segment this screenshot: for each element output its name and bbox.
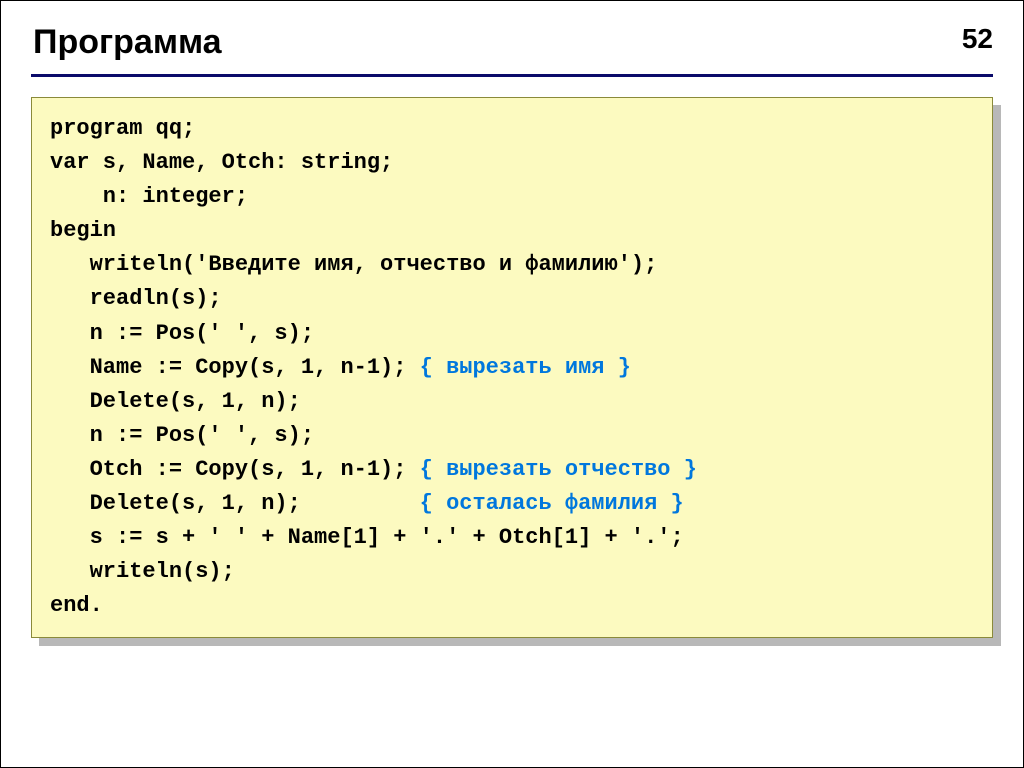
code-line: s := s + ' ' + Name[1] + '.' + Otch[1] +… (50, 521, 974, 555)
code-block: program qq; var s, Name, Otch: string; n… (31, 97, 993, 638)
code-line: Delete(s, 1, n); { осталась фамилия } (50, 487, 974, 521)
code-block-wrapper: program qq; var s, Name, Otch: string; n… (31, 97, 993, 638)
code-line: begin (50, 214, 974, 248)
slide-title: Программа (33, 23, 222, 62)
code-line: end. (50, 589, 974, 623)
code-line: Delete(s, 1, n); (50, 385, 974, 419)
slide-header: Программа 52 (1, 1, 1023, 74)
code-line: n := Pos(' ', s); (50, 419, 974, 453)
code-line: readln(s); (50, 282, 974, 316)
code-line: writeln(s); (50, 555, 974, 589)
page-number: 52 (962, 23, 993, 55)
header-divider (31, 74, 993, 77)
code-line: writeln('Введите имя, отчество и фамилию… (50, 248, 974, 282)
code-line: n := Pos(' ', s); (50, 317, 974, 351)
code-line: n: integer; (50, 180, 974, 214)
code-line: Name := Copy(s, 1, n-1); { вырезать имя … (50, 351, 974, 385)
code-line: program qq; (50, 112, 974, 146)
code-line: Otch := Copy(s, 1, n-1); { вырезать отче… (50, 453, 974, 487)
code-line: var s, Name, Otch: string; (50, 146, 974, 180)
